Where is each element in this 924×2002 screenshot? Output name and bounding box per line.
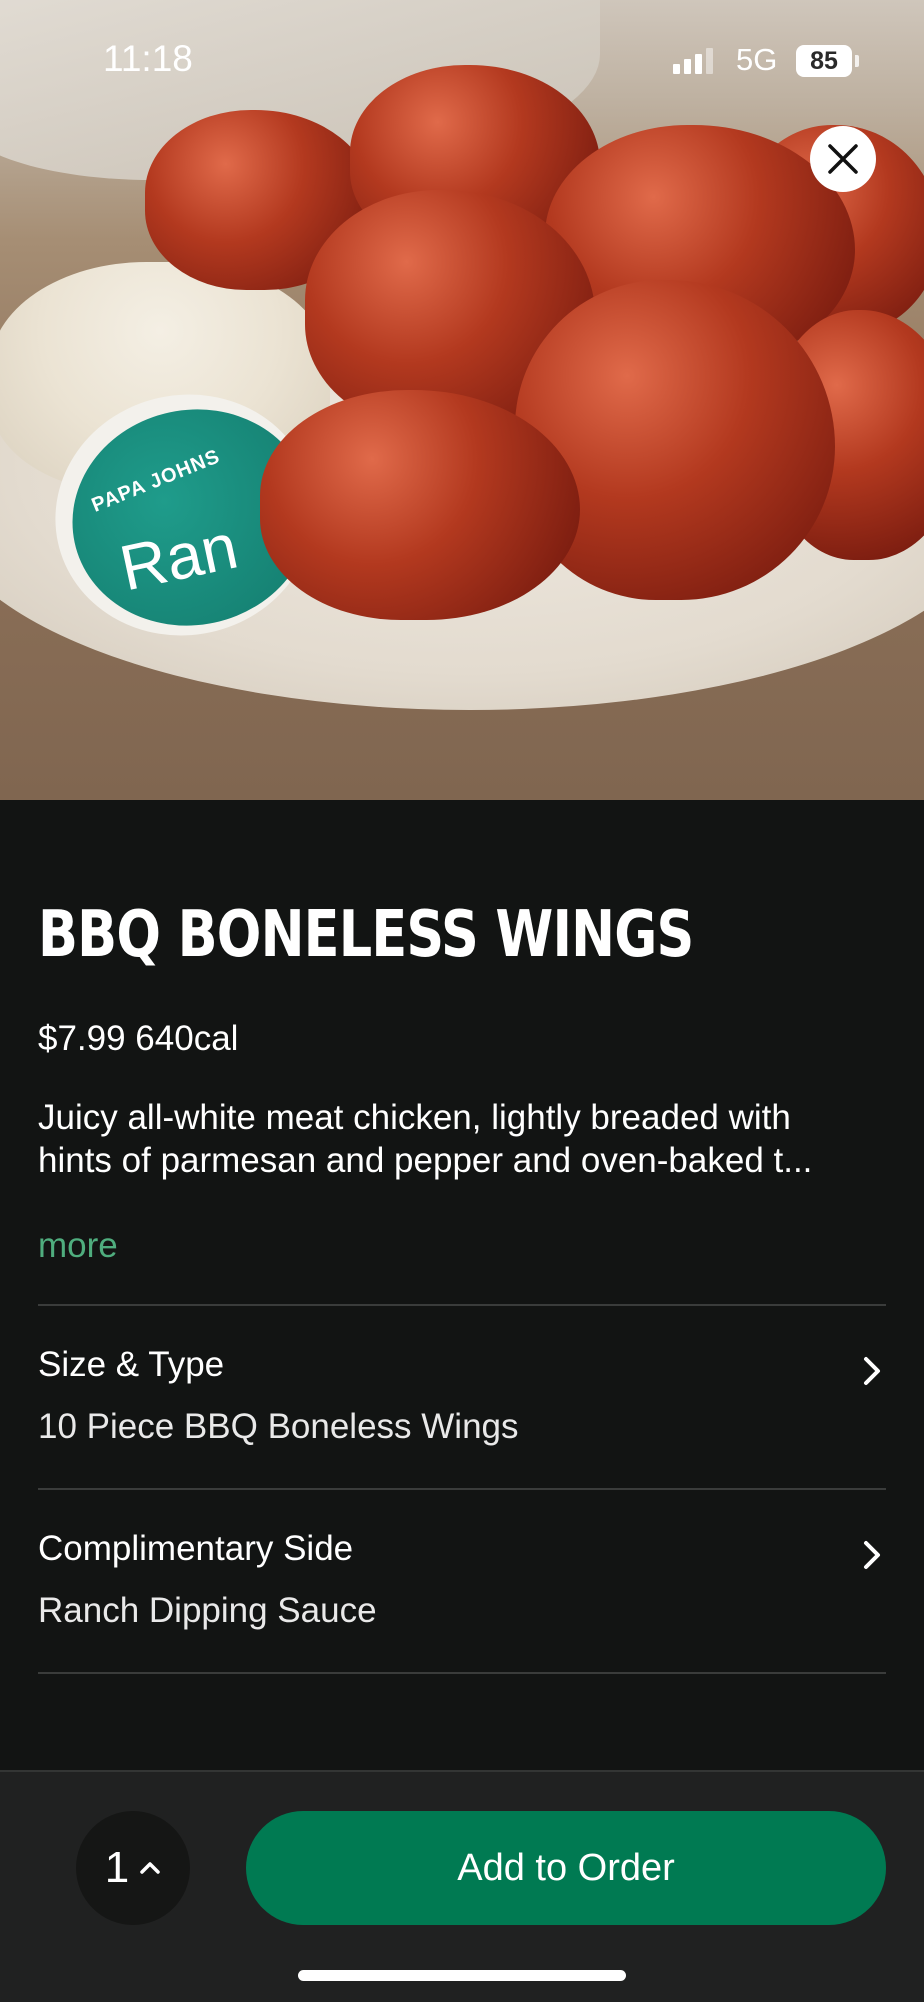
status-time: 11:18	[103, 38, 193, 79]
chevron-right-icon	[864, 1357, 880, 1385]
close-button[interactable]	[810, 126, 876, 192]
home-indicator[interactable]	[298, 1970, 626, 1981]
add-to-order-button[interactable]: Add to Order	[246, 1811, 886, 1925]
item-title: BBQ BONELESS WINGS	[38, 898, 694, 972]
network-label: 5G	[736, 42, 778, 77]
option-value: Ranch Dipping Sauce	[38, 1591, 377, 1630]
quantity-selector[interactable]: 1	[76, 1811, 190, 1925]
quantity-value: 1	[104, 1843, 130, 1892]
option-label: Size & Type	[38, 1345, 225, 1384]
chevron-up-icon	[140, 1862, 160, 1874]
battery-icon: 85	[796, 45, 852, 77]
more-link[interactable]: more	[38, 1226, 118, 1266]
chevron-right-icon	[864, 1541, 880, 1569]
signal-icon	[673, 48, 713, 74]
divider	[38, 1488, 886, 1490]
option-value: 10 Piece BBQ Boneless Wings	[38, 1407, 519, 1446]
option-label: Complimentary Side	[38, 1529, 354, 1568]
option-row-size-type[interactable]: Size & Type 10 Piece BBQ Boneless Wings	[38, 1345, 886, 1525]
item-description: Juicy all-white meat chicken, lightly br…	[38, 1096, 888, 1182]
description-line: Juicy all-white meat chicken, lightly br…	[38, 1098, 791, 1137]
divider	[38, 1304, 886, 1306]
close-icon	[828, 144, 858, 174]
product-image: PAPA JOHNS Ran	[0, 0, 924, 800]
option-row-complimentary-side[interactable]: Complimentary Side Ranch Dipping Sauce	[38, 1529, 886, 1709]
divider	[38, 1672, 886, 1674]
item-price-calories: $7.99 640cal	[38, 1019, 239, 1058]
battery-tip	[855, 55, 859, 67]
description-line: hints of parmesan and pepper and oven-ba…	[38, 1141, 813, 1180]
